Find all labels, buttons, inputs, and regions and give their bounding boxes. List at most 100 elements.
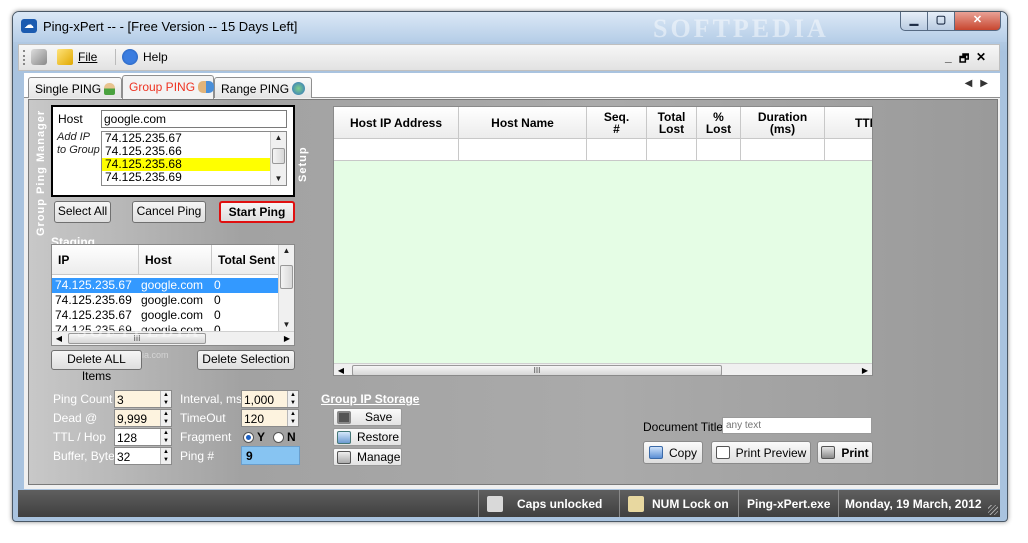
exe-status: Ping-xPert.exe — [738, 490, 838, 517]
scroll-up-icon[interactable]: ▲ — [279, 245, 294, 257]
mdi-minimize-button[interactable]: _ — [945, 50, 952, 64]
copy-button[interactable]: Copy — [643, 441, 703, 464]
cancel-ping-button[interactable]: Cancel Ping — [132, 201, 206, 223]
staging-vscrollbar[interactable]: ▲ ▼ — [278, 245, 294, 331]
minimize-button[interactable]: ▁ — [900, 12, 928, 31]
results-col-seq[interactable]: Seq. # — [587, 107, 647, 139]
timeout-stepper[interactable]: 120 ▲ ▼ — [241, 409, 299, 427]
print-preview-button[interactable]: Print Preview — [711, 441, 811, 464]
app-menu-icon — [31, 49, 47, 65]
mdi-close-button[interactable]: ✕ — [976, 50, 986, 64]
group-ip-storage-title[interactable]: Group IP Storage — [321, 392, 419, 406]
timeout-label: TimeOut — [180, 411, 226, 425]
dead-stepper[interactable]: 9,999 ▲ ▼ — [114, 409, 172, 427]
delete-all-button[interactable]: Delete ALL Items — [51, 350, 142, 383]
tab-range-ping[interactable]: Range PING — [214, 77, 312, 98]
tab-scroll-arrows[interactable]: ◀▶ — [965, 78, 996, 89]
buffer-stepper[interactable]: 32 ▲ ▼ — [114, 447, 172, 465]
spin-arrows-icon[interactable]: ▲ ▼ — [287, 410, 298, 426]
calculator-icon — [628, 495, 644, 512]
help-icon — [122, 49, 138, 65]
menu-help[interactable]: Help — [115, 49, 168, 65]
scroll-right-icon[interactable]: ▶ — [280, 332, 294, 345]
manage-button[interactable]: Manage — [333, 448, 402, 466]
results-col-host-name[interactable]: Host Name — [459, 107, 587, 139]
ttl-stepper[interactable]: 128 ▲ ▼ — [114, 428, 172, 446]
staging-col-ip[interactable]: IP — [52, 245, 139, 274]
buffer-label: Buffer, Byte — [53, 449, 115, 463]
globe-icon — [292, 82, 306, 95]
spin-arrows-icon[interactable]: ▲ ▼ — [160, 391, 171, 407]
close-button[interactable]: ✕ — [955, 12, 1001, 31]
results-grid[interactable]: Host IP Address Host Name Seq. # Total L… — [333, 106, 873, 376]
caps-status-text: Caps unlocked — [517, 496, 603, 511]
mdi-app-icon[interactable] — [31, 49, 47, 65]
results-col-total-lost[interactable]: Total Lost — [647, 107, 697, 139]
table-row[interactable]: 74.125.235.69 google.com 0 — [52, 293, 280, 308]
results-hscrollbar[interactable]: ◀ III ▶ — [334, 363, 872, 375]
scroll-thumb[interactable] — [272, 148, 285, 164]
keyboard-icon — [487, 495, 503, 512]
scroll-thumb[interactable] — [280, 265, 293, 289]
scroll-thumb[interactable]: III — [352, 365, 722, 375]
mdi-restore-button[interactable]: 🗗 — [959, 50, 969, 69]
staging-row-selected[interactable]: 74.125.235.67 google.com 0 — [52, 278, 280, 293]
watermark-mid: SOFTPEDIA — [77, 322, 202, 341]
restore-button[interactable]: Restore — [333, 428, 402, 446]
save-button[interactable]: Save — [333, 408, 402, 426]
results-col-duration[interactable]: Duration (ms) — [741, 107, 825, 139]
tab-single-ping-label: Single PING — [35, 82, 102, 96]
scroll-right-icon[interactable]: ▶ — [858, 364, 872, 375]
select-all-button[interactable]: Select All — [54, 201, 111, 223]
staging-cell-host: google.com — [141, 308, 204, 322]
ping-num-label: Ping # — [180, 449, 215, 463]
interval-stepper[interactable]: 1,000 ▲ ▼ — [241, 390, 299, 408]
staging-col-total-sent[interactable]: Total Sent — [212, 245, 280, 274]
print-button-label: Print — [841, 445, 869, 460]
ip-list-scrollbar[interactable]: ▲ ▼ — [270, 132, 286, 185]
radio-checked-icon — [243, 431, 254, 443]
print-button[interactable]: Print — [817, 441, 873, 464]
ttl-value: 128 — [117, 431, 138, 445]
ip-list[interactable]: 74.125.235.67 74.125.235.66 74.125.235.6… — [101, 131, 287, 186]
maximize-button[interactable]: ▢ — [928, 12, 955, 31]
restore-button-label: Restore — [357, 430, 400, 444]
tab-group-ping[interactable]: Group PING — [122, 75, 215, 99]
table-row[interactable]: 74.125.235.67 google.com 0 — [52, 308, 280, 323]
tab-single-ping[interactable]: Single PING — [28, 77, 122, 98]
client-area: Single PING Group PING Range PING ◀▶ Gro… — [24, 73, 1000, 489]
num-lock-status: NUM Lock on — [619, 490, 738, 517]
spin-arrows-icon[interactable]: ▲ ▼ — [287, 391, 298, 407]
fragment-no-radio[interactable]: N — [273, 430, 296, 444]
spin-arrows-icon[interactable]: ▲ ▼ — [160, 429, 171, 445]
spin-arrows-icon[interactable]: ▲ ▼ — [160, 448, 171, 464]
watermark-top: SOFTPEDIA — [653, 14, 829, 43]
title-bar[interactable]: ☁ Ping-xPert -- - [Free Version -- 15 Da… — [13, 12, 1007, 43]
scroll-down-icon[interactable]: ▼ — [271, 173, 286, 185]
manage-icon — [337, 450, 351, 464]
scroll-up-icon[interactable]: ▲ — [271, 132, 286, 144]
fragment-yes-radio[interactable]: Y — [243, 430, 265, 444]
results-empty-row[interactable] — [334, 139, 872, 161]
group-ping-panel: Group Ping Manager Setup Host Add IP to … — [28, 99, 998, 485]
scroll-left-icon[interactable]: ◀ — [334, 364, 348, 375]
scroll-left-icon[interactable]: ◀ — [52, 332, 66, 345]
host-input[interactable] — [101, 110, 287, 128]
staging-col-host[interactable]: Host — [139, 245, 212, 274]
menu-file[interactable]: File — [57, 49, 97, 65]
spin-arrows-icon[interactable]: ▲ ▼ — [160, 410, 171, 426]
manage-button-label: Manage — [357, 450, 401, 464]
ping-count-stepper[interactable]: 3 ▲ ▼ — [114, 390, 172, 408]
resize-grip-icon[interactable] — [988, 505, 998, 515]
results-col-host-ip[interactable]: Host IP Address — [334, 107, 459, 139]
staging-cell-sent: 0 — [214, 308, 221, 322]
scroll-down-icon[interactable]: ▼ — [279, 319, 294, 331]
ip-list-item[interactable]: 74.125.235.69 — [102, 171, 270, 184]
document-title-input[interactable] — [722, 417, 872, 434]
setup-label: Setup — [297, 146, 309, 182]
results-col-pct-lost[interactable]: % Lost — [697, 107, 741, 139]
person-icon — [104, 83, 116, 95]
start-ping-button[interactable]: Start Ping — [219, 201, 295, 223]
results-col-ttl[interactable]: TTL — [825, 107, 872, 139]
delete-selection-button[interactable]: Delete Selection — [197, 350, 295, 370]
